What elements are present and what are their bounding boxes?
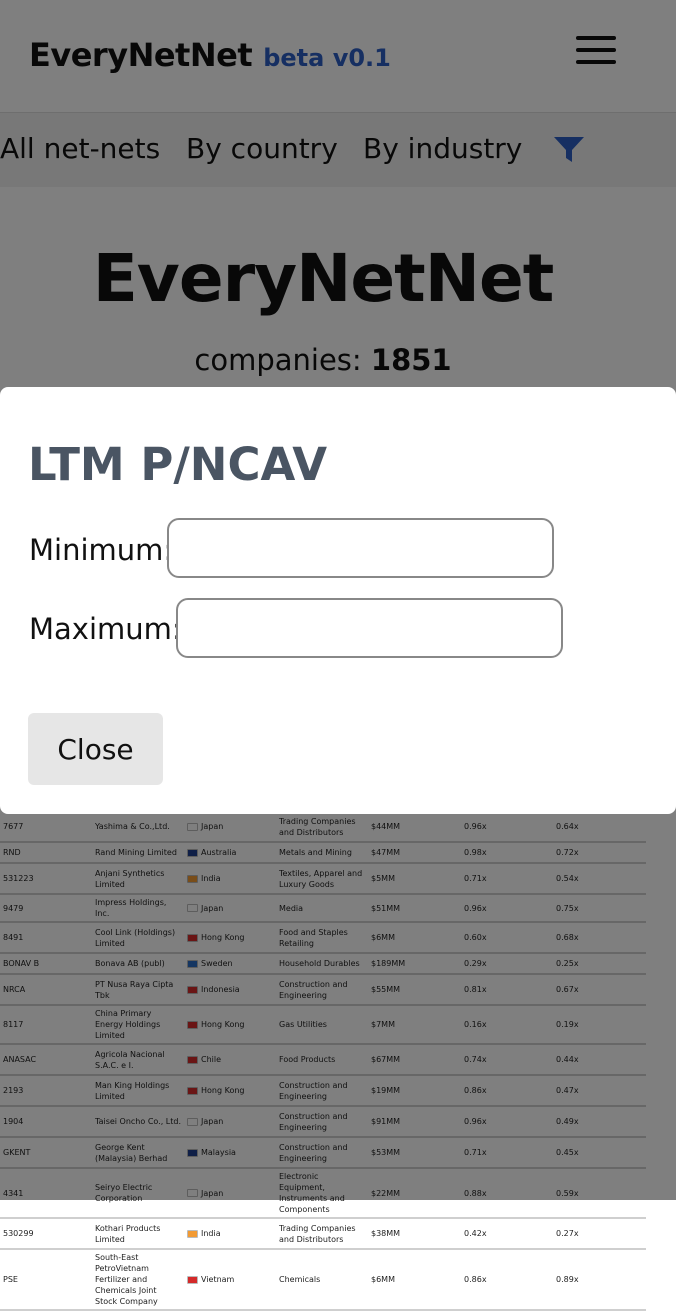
country-name: Vietnam [201, 1275, 235, 1284]
company-name-cell: Kothari Products Limited [92, 1218, 184, 1250]
close-button[interactable]: Close [28, 713, 163, 785]
market-cap-cell: $6MM [368, 1249, 461, 1311]
ticker-cell: PSE [0, 1249, 92, 1311]
industry-cell: Chemicals [276, 1249, 368, 1311]
country-name: India [201, 1229, 221, 1238]
country-cell: India [184, 1218, 276, 1250]
market-cap-cell: $38MM [368, 1218, 461, 1250]
flag-icon [187, 1229, 198, 1238]
minimum-input[interactable] [167, 518, 554, 578]
metric-cell: 0.89x [553, 1249, 646, 1311]
ticker-cell: 530299 [0, 1218, 92, 1250]
minimum-label: Minimum: [29, 533, 174, 567]
metric-cell: 0.42x [461, 1218, 553, 1250]
maximum-input[interactable] [176, 598, 563, 658]
maximum-label: Maximum: [29, 612, 182, 646]
table-row[interactable]: 530299 Kothari Products Limited India Tradi… [0, 1218, 646, 1250]
country-cell: Vietnam [184, 1249, 276, 1311]
metric-cell: 0.27x [553, 1218, 646, 1250]
company-name-cell: South-East PetroVietnam Fertilizer and C… [92, 1249, 184, 1311]
modal-title: LTM P/NCAV [28, 438, 328, 491]
metric-cell: 0.86x [461, 1249, 553, 1311]
flag-icon [187, 1275, 198, 1284]
industry-cell: Trading Companies and Distributors [276, 1218, 368, 1250]
table-row[interactable]: PSE South-East PetroVietnam Fertilizer an… [0, 1249, 646, 1311]
